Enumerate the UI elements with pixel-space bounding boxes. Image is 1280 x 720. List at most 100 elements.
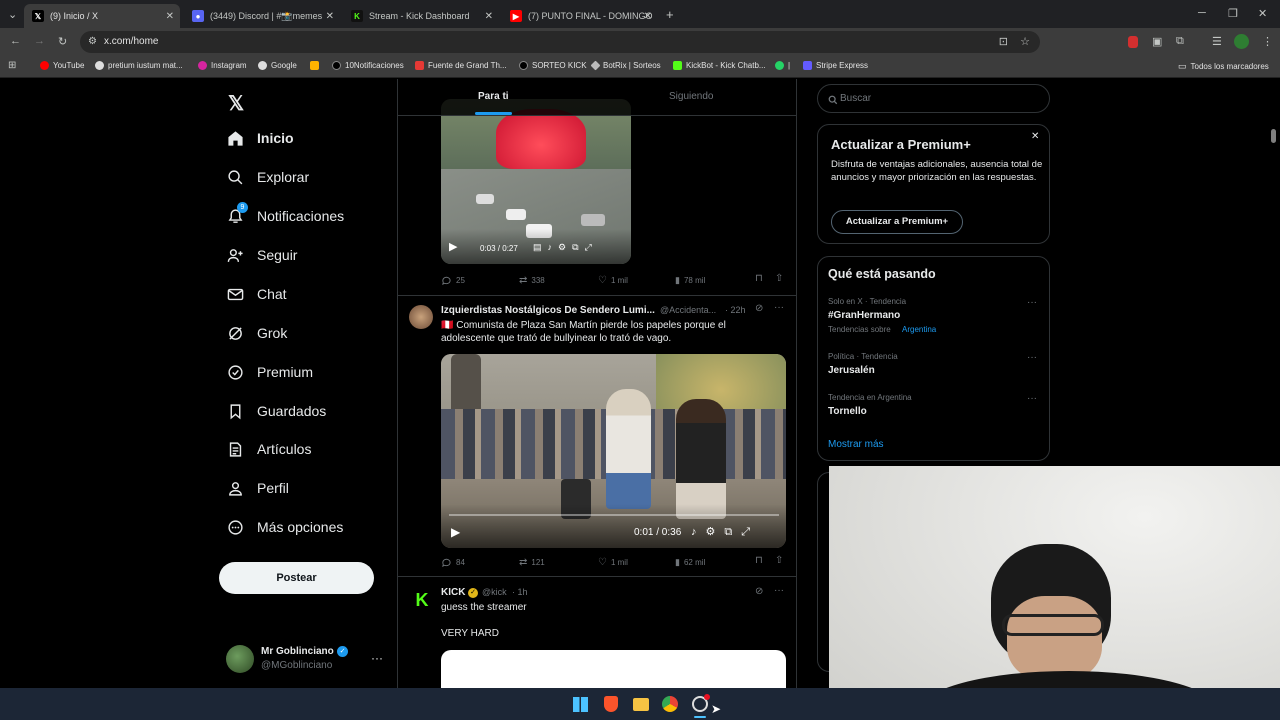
video-controls-icons[interactable]: ▤♪⚙⧉⤢	[533, 242, 598, 253]
bookmark-star-icon[interactable]: ☆	[1020, 31, 1030, 53]
forward-icon[interactable]: →	[34, 35, 45, 47]
profile-avatar[interactable]	[1234, 34, 1249, 49]
minimize-icon[interactable]: ─	[1198, 7, 1206, 19]
more-dots-icon[interactable]: ···	[1027, 393, 1037, 404]
close-window-icon[interactable]: ✕	[1258, 7, 1267, 20]
kick-avatar[interactable]: K	[410, 588, 434, 612]
search-box[interactable]: Buscar	[817, 84, 1050, 113]
like-button[interactable]: ♡ 1 mil	[598, 275, 628, 286]
nav-item-premium[interactable]: Premium	[226, 363, 313, 381]
more-dots-icon[interactable]: ···	[774, 585, 784, 596]
tab-siguiendo[interactable]: Siguiendo	[669, 91, 713, 102]
grok-icon[interactable]: ⊘	[755, 586, 763, 597]
back-icon[interactable]: ←	[10, 35, 21, 47]
tab-search-icon[interactable]: ⌄	[8, 8, 17, 21]
premium-button[interactable]: Actualizar a Premium+	[831, 210, 963, 234]
brave-icon[interactable]	[604, 696, 618, 712]
chrome-icon[interactable]	[662, 696, 678, 712]
bookmark-10notificaciones[interactable]: 10Notificaciones	[332, 61, 404, 70]
tab-kick-dashboard[interactable]: K Stream - Kick Dashboard ✕	[343, 4, 499, 28]
post-age[interactable]: · 22h	[725, 305, 746, 315]
chrome-menu-icon[interactable]: ⋮	[1262, 35, 1273, 48]
show-more-link[interactable]: Mostrar más	[828, 439, 884, 450]
post-button[interactable]: Postear	[219, 562, 374, 594]
reply-button[interactable]: 84	[441, 557, 465, 568]
tab-x-home[interactable]: 𝕏 (9) Inicio / X ✕	[24, 4, 180, 28]
account-switcher[interactable]: Mr Goblinciano ✓ @MGoblinciano ···	[226, 645, 401, 675]
more-dots-icon[interactable]: ···	[1027, 352, 1037, 363]
more-dots-icon[interactable]: ···	[371, 651, 383, 665]
url-field[interactable]: ⚙ x.com/home ⊡ ☆	[80, 31, 1040, 53]
nav-item-mas-opciones[interactable]: Más opciones	[226, 518, 343, 536]
video-controls-icons[interactable]: ♪⚙⧉⤢	[691, 525, 759, 539]
nav-item-perfil[interactable]: Perfil	[226, 479, 289, 497]
extension-red-icon[interactable]	[1128, 36, 1138, 48]
extension-icon[interactable]: ▣	[1152, 35, 1162, 48]
bookmark-stripe[interactable]: Stripe Express	[803, 61, 868, 70]
nav-item-grok[interactable]: Grok	[226, 324, 287, 342]
tab-discord[interactable]: ● (3449) Discord | #📸memes ✕	[184, 4, 340, 28]
close-tab-icon[interactable]: ✕	[326, 11, 334, 22]
bookmark-icon[interactable]: ⊓	[755, 273, 763, 284]
bookmark-instagram[interactable]: Instagram	[198, 61, 247, 70]
repost-button[interactable]: ⇄ 338	[519, 275, 545, 286]
author-handle[interactable]: @kick	[482, 587, 507, 597]
nav-item-guardados[interactable]: Guardados	[226, 402, 326, 420]
like-button[interactable]: ♡ 1 mil	[598, 557, 628, 568]
author-name[interactable]: KICK	[441, 587, 465, 598]
tab-youtube[interactable]: ▶ (7) PUNTO FINAL - DOMINGO ✕	[502, 4, 658, 28]
bookmark-pretium[interactable]: pretium iustum mat...	[95, 61, 183, 70]
install-icon[interactable]: ⊡	[999, 31, 1008, 53]
new-tab-icon[interactable]: +	[666, 7, 674, 22]
bookmark-google[interactable]: Google	[258, 61, 297, 70]
file-explorer-icon[interactable]	[633, 698, 649, 711]
share-icon[interactable]: ⇧	[775, 555, 783, 566]
share-icon[interactable]: ⇧	[775, 273, 783, 284]
tab-para-ti[interactable]: Para ti	[478, 91, 509, 102]
avatar[interactable]	[409, 305, 433, 329]
trend-location-link[interactable]: Argentina	[902, 325, 936, 334]
nav-item-seguir[interactable]: Seguir	[226, 246, 297, 264]
bookmark-icon[interactable]: ⊓	[755, 555, 763, 566]
views-button[interactable]: ▮ 78 mil	[675, 275, 705, 286]
video-player[interactable]: ▶ 0:03 / 0:27 ▤♪⚙⧉⤢	[441, 99, 631, 264]
bookmark-gta[interactable]: Fuente de Grand Th...	[415, 61, 507, 70]
bookmark-whatsapp[interactable]: |	[775, 61, 790, 70]
nav-item-chat[interactable]: Chat	[226, 285, 287, 303]
tab-search-list-icon[interactable]: ☰	[1212, 35, 1222, 48]
post-media[interactable]	[441, 650, 786, 689]
bookmark-folder[interactable]	[310, 61, 323, 70]
nav-item-inicio[interactable]: Inicio	[226, 129, 294, 147]
apps-grid-icon[interactable]: ⊞	[8, 60, 16, 71]
bookmark-sorteo-kick[interactable]: SORTEO KICK	[519, 61, 587, 70]
reload-icon[interactable]: ↻	[58, 35, 67, 48]
post-age[interactable]: · 1h	[512, 587, 528, 597]
nav-item-articulos[interactable]: Artículos	[226, 440, 311, 458]
close-tab-icon[interactable]: ✕	[166, 11, 174, 22]
bookmark-botrix[interactable]: BotRix | Sorteos	[590, 60, 661, 71]
views-button[interactable]: ▮ 62 mil	[675, 557, 705, 568]
trend-item[interactable]: Solo en X · Tendencia #GranHermano Tende…	[818, 293, 1051, 341]
nav-item-notificaciones[interactable]: 9 Notificaciones	[226, 202, 344, 225]
play-icon[interactable]: ▶	[449, 240, 457, 253]
reply-button[interactable]: 25	[441, 275, 465, 286]
extensions-puzzle-icon[interactable]: ⧉	[1176, 35, 1184, 48]
maximize-icon[interactable]: ❐	[1228, 7, 1238, 20]
windows-start-icon[interactable]	[573, 697, 588, 712]
bookmark-kickbot[interactable]: KickBot - Kick Chatb...	[673, 61, 766, 70]
play-icon[interactable]: ▶	[451, 525, 460, 539]
all-bookmarks-button[interactable]: ▭ Todos los marcadores	[1178, 61, 1269, 72]
trend-item[interactable]: Política · Tendencia Jerusalén ···	[818, 348, 1051, 382]
bookmark-youtube[interactable]: YouTube	[40, 61, 84, 70]
close-tab-icon[interactable]: ✕	[644, 11, 652, 22]
repost-button[interactable]: ⇄ 121	[519, 557, 545, 568]
close-tab-icon[interactable]: ✕	[485, 11, 493, 22]
more-dots-icon[interactable]: ···	[774, 302, 784, 313]
author-name[interactable]: Izquierdistas Nostálgicos De Sendero Lum…	[441, 305, 655, 316]
close-icon[interactable]: ✕	[1031, 131, 1039, 142]
site-info-icon[interactable]: ⚙	[88, 31, 97, 53]
scrollbar-thumb[interactable]	[1271, 129, 1276, 143]
grok-icon[interactable]: ⊘	[755, 303, 763, 314]
nav-item-explorar[interactable]: Explorar	[226, 168, 309, 186]
more-dots-icon[interactable]: ···	[1027, 297, 1037, 308]
